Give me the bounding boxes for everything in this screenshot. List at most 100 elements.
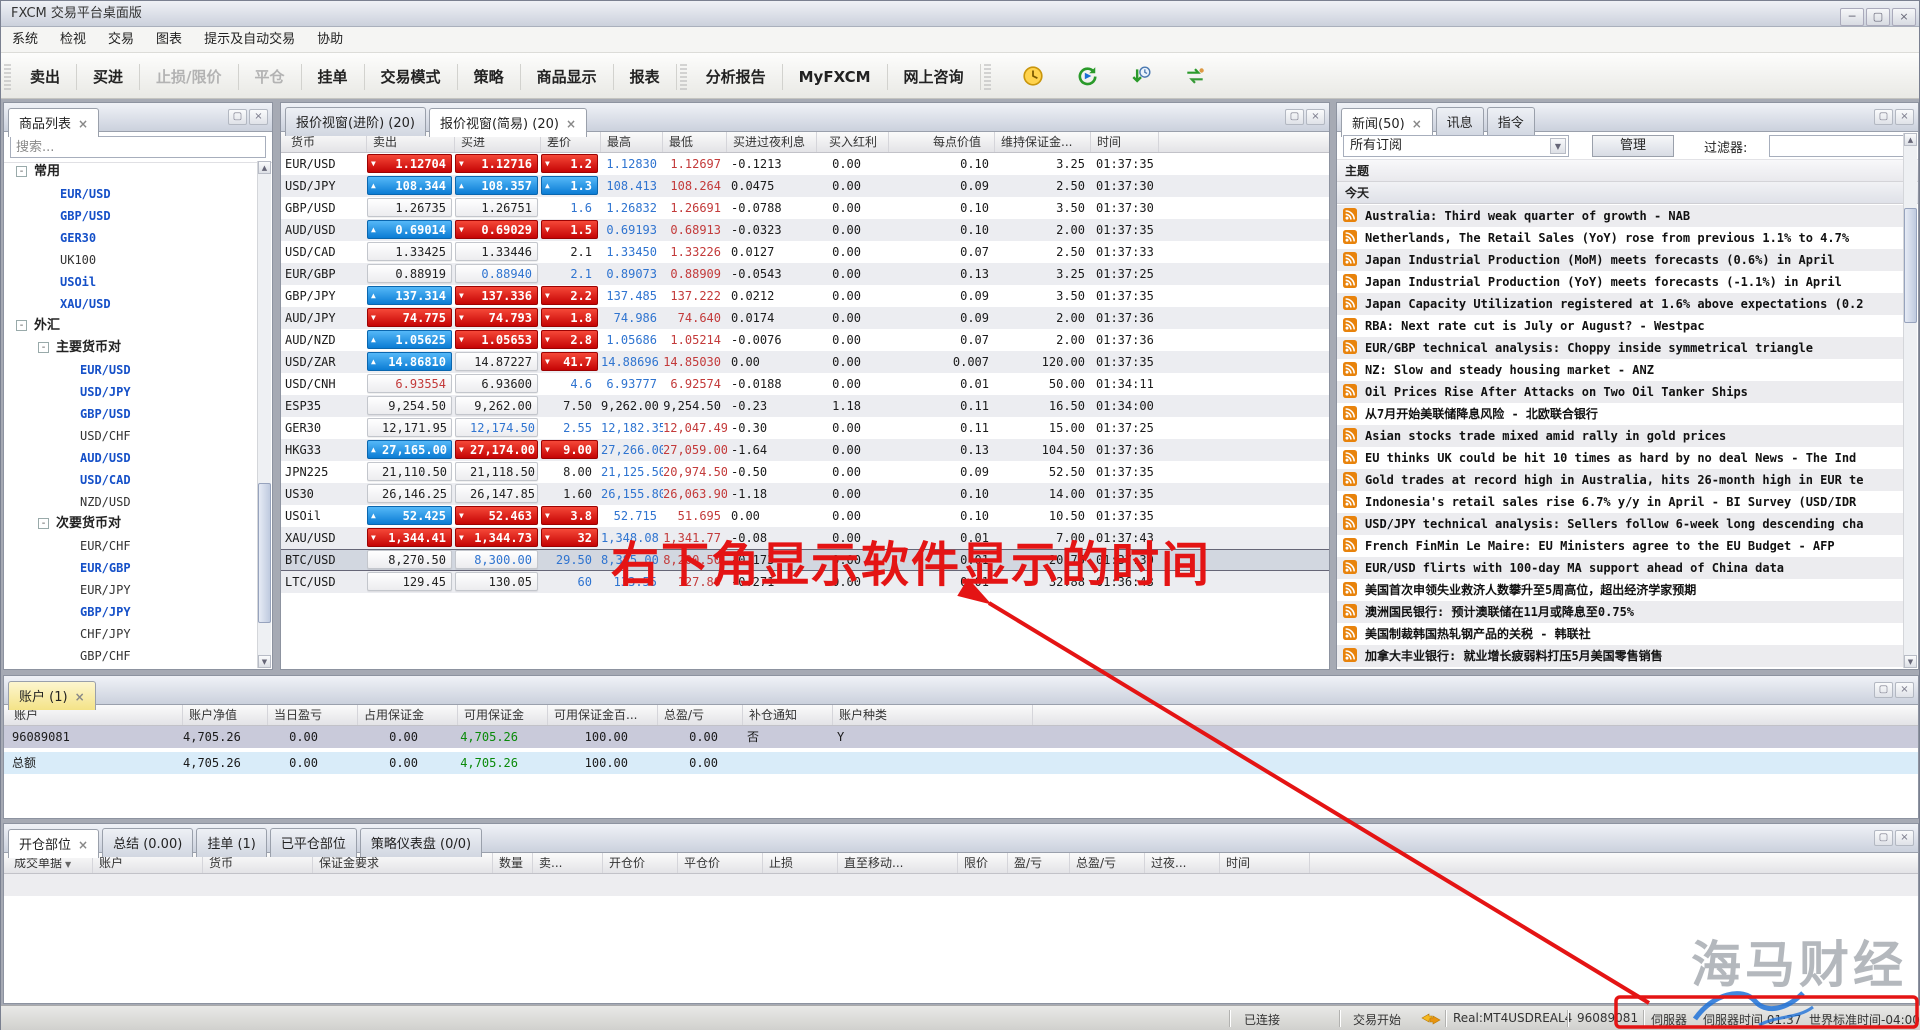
quote-row[interactable]: AUD/NZD▲1.05625▼1.05653▼2.81.056861.0521…: [281, 329, 1329, 351]
tree-item[interactable]: -外汇: [4, 315, 257, 337]
quotes-column-header-10[interactable]: 时间: [1091, 132, 1159, 152]
quote-row[interactable]: EUR/GBP0.889190.889402.10.890730.88909-0…: [281, 263, 1329, 285]
tab-positions-0[interactable]: 开仓部位×: [8, 829, 99, 858]
quote-row[interactable]: JPN22521,110.5021,118.508.0021,125.5020,…: [281, 461, 1329, 483]
toolbar-button-1[interactable]: 买进: [77, 61, 139, 92]
account-row[interactable]: 总额4,705.260.000.004,705.26100.000.00: [4, 752, 1918, 774]
quotes-column-header-5[interactable]: 最低: [663, 132, 727, 152]
news-item[interactable]: Oil Prices Rise After Attacks on Two Oil…: [1337, 381, 1903, 403]
tree-item[interactable]: GBP/USD: [4, 205, 257, 227]
positions-column-header-6[interactable]: 开仓价: [603, 853, 678, 873]
positions-column-header-5[interactable]: 卖...: [533, 853, 603, 873]
tree-item[interactable]: NZD/USD: [4, 491, 257, 513]
collapse-icon[interactable]: -: [38, 342, 49, 353]
tree-item[interactable]: CHF/JPY: [4, 623, 257, 645]
tab-positions-2[interactable]: 挂单 (1): [196, 828, 267, 857]
tab-accounts-0[interactable]: 账户 (1)×: [8, 681, 96, 710]
quote-row[interactable]: USD/CNH6.935546.936004.66.937776.92574-0…: [281, 373, 1329, 395]
news-item[interactable]: EUR/GBP technical analysis: Choppy insid…: [1337, 337, 1903, 359]
news-item[interactable]: EUR/USD flirts with 100-day MA support a…: [1337, 557, 1903, 579]
close-icon[interactable]: ×: [78, 838, 88, 852]
quotes-column-header-8[interactable]: 每点价值: [889, 132, 995, 152]
minimize-icon[interactable]: ─: [1840, 8, 1864, 26]
tree-item[interactable]: AUD/USD: [4, 447, 257, 469]
quote-row[interactable]: USD/CAD1.334251.334462.11.334501.332260.…: [281, 241, 1329, 263]
quote-row[interactable]: EUR/USD▼1.12704▼1.12716▼1.21.128301.1269…: [281, 153, 1329, 175]
toolbar-button-8[interactable]: 报表: [614, 61, 676, 92]
tree-item[interactable]: GBP/CHF: [4, 645, 257, 667]
quotes-column-header-9[interactable]: 维持保证金...: [995, 132, 1091, 152]
toolbar-button-0[interactable]: 卖出: [14, 61, 76, 92]
menu-item-0[interactable]: 系统: [1, 27, 49, 53]
positions-column-header-7[interactable]: 平仓价: [678, 853, 763, 873]
close-icon[interactable]: ×: [249, 109, 268, 125]
quote-row[interactable]: GER3012,171.9512,174.502.5512,182.3512,0…: [281, 417, 1329, 439]
close-icon[interactable]: ×: [75, 690, 85, 704]
tree-item[interactable]: EUR/GBP: [4, 557, 257, 579]
accounts-column-header-2[interactable]: 当日盈亏: [268, 705, 358, 725]
collapse-icon[interactable]: -: [16, 166, 27, 177]
history-clock-icon[interactable]: [1022, 65, 1048, 89]
news-item[interactable]: 美国制裁韩国热轧钢产品的关税 - 韩联社: [1337, 623, 1903, 645]
close-icon[interactable]: ×: [1895, 830, 1914, 846]
tree-item[interactable]: GER30: [4, 227, 257, 249]
collapse-icon[interactable]: -: [16, 320, 27, 331]
tree-item[interactable]: UK100: [4, 249, 257, 271]
positions-column-header-13[interactable]: 过夜...: [1145, 853, 1220, 873]
menu-item-4[interactable]: 提示及自动交易: [193, 27, 306, 53]
filter-input[interactable]: [1769, 135, 1912, 157]
tree-item[interactable]: USD/CHF: [4, 425, 257, 447]
news-item[interactable]: EU thinks UK could be hit 10 times as ha…: [1337, 447, 1903, 469]
quote-row[interactable]: AUD/USD▲0.69014▼0.69029▼1.50.691930.6891…: [281, 219, 1329, 241]
quote-row[interactable]: AUD/JPY▼74.775▼74.793▼1.874.98674.6400.0…: [281, 307, 1329, 329]
news-item[interactable]: 美国首次申领失业救济人数攀升至5周高位，超出经济学家预期: [1337, 579, 1903, 601]
close-icon[interactable]: ×: [1892, 8, 1916, 26]
news-item[interactable]: 加拿大丰业银行: 就业增长疲弱料打压5月美国零售销售: [1337, 645, 1903, 667]
tree-item[interactable]: EUR/USD: [4, 359, 257, 381]
scroll-up-icon[interactable]: ▲: [258, 161, 271, 174]
toolbar-button-7[interactable]: 商品显示: [521, 61, 613, 92]
menu-item-2[interactable]: 交易: [97, 27, 145, 53]
news-item[interactable]: Netherlands, The Retail Sales (YoY) rose…: [1337, 227, 1903, 249]
chevron-down-icon[interactable]: ▼: [1550, 138, 1566, 154]
tree-item[interactable]: USOil: [4, 271, 257, 293]
positions-column-header-9[interactable]: 直至移动...: [838, 853, 958, 873]
tab-positions-1[interactable]: 总结 (0.00): [102, 828, 193, 857]
positions-column-header-14[interactable]: 时间: [1220, 853, 1310, 873]
quotes-column-header-7[interactable]: 买入红利: [817, 132, 889, 152]
tab-quotes-1[interactable]: 报价视窗(简易) (20)×: [429, 108, 587, 137]
news-group-today[interactable]: 今天: [1337, 182, 1918, 204]
news-item[interactable]: Gold trades at record high in Australia,…: [1337, 469, 1903, 491]
tree-item[interactable]: XAU/USD: [4, 293, 257, 315]
positions-column-header-11[interactable]: 盈/亏: [1008, 853, 1070, 873]
news-item[interactable]: French FinMin Le Maire: EU Ministers agr…: [1337, 535, 1903, 557]
tab-quotes-0[interactable]: 报价视窗(进阶) (20): [285, 107, 426, 136]
close-icon[interactable]: ×: [1895, 109, 1914, 125]
toolbar-button-4[interactable]: 挂单: [302, 61, 364, 92]
restore-icon[interactable]: ▢: [1874, 830, 1893, 846]
symbols-scrollbar[interactable]: ▲ ▼: [257, 161, 271, 668]
quote-row[interactable]: USD/ZAR▲14.8681014.87227▼41.714.8869614.…: [281, 351, 1329, 373]
news-item[interactable]: Asian stocks trade mixed amid rally in g…: [1337, 425, 1903, 447]
news-item[interactable]: Japan Capacity Utilization registered at…: [1337, 293, 1903, 315]
news-item[interactable]: 澳洲国民银行: 预计澳联储在11月或降息至0.75%: [1337, 601, 1903, 623]
close-icon[interactable]: ×: [566, 117, 576, 131]
accounts-column-header-1[interactable]: 账户净值: [183, 705, 268, 725]
scroll-down-icon[interactable]: ▼: [1904, 655, 1917, 668]
news-item[interactable]: Japan Industrial Production (MoM) meets …: [1337, 249, 1903, 271]
quote-row[interactable]: US3026,146.2526,147.851.6026,155.8026,06…: [281, 483, 1329, 505]
toolbar-button-5[interactable]: 交易模式: [365, 61, 457, 92]
toolbar-button-10[interactable]: MyFXCM: [783, 63, 887, 91]
positions-column-header-4[interactable]: 数量: [493, 853, 533, 873]
scroll-up-icon[interactable]: ▲: [1904, 133, 1917, 146]
scrollbar-thumb[interactable]: [1904, 208, 1917, 323]
news-item[interactable]: Australia: Third weak quarter of growth …: [1337, 205, 1903, 227]
quote-row[interactable]: HKG33▲27,165.00▼27,174.00▼9.0027,266.002…: [281, 439, 1329, 461]
tab-symbols-list[interactable]: 商品列表×: [8, 108, 99, 137]
news-item[interactable]: NZ: Slow and steady housing market - ANZ: [1337, 359, 1903, 381]
close-icon[interactable]: ×: [1306, 109, 1325, 125]
restore-icon[interactable]: ▢: [228, 109, 247, 125]
quote-row[interactable]: ESP359,254.509,262.007.509,262.009,254.5…: [281, 395, 1329, 417]
tree-item[interactable]: EUR/USD: [4, 183, 257, 205]
scroll-down-icon[interactable]: ▼: [258, 655, 271, 668]
